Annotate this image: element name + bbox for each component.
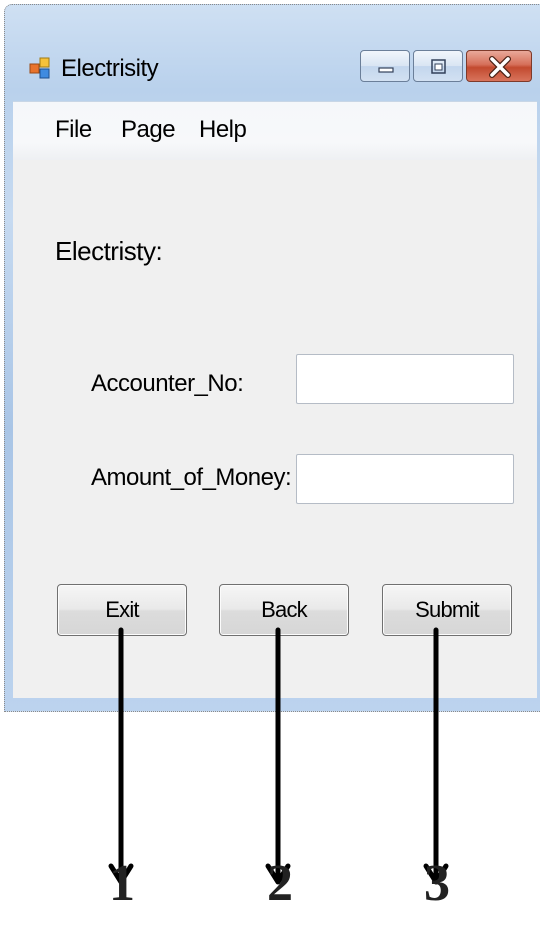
annotation-label-3: 3 [424, 855, 450, 912]
annotation-label-2: 2 [267, 855, 293, 912]
annotation-arrows [108, 627, 449, 885]
annotation-label-1: 1 [109, 855, 135, 912]
page: Electrisity File Page Help Electristy: A… [0, 0, 540, 926]
